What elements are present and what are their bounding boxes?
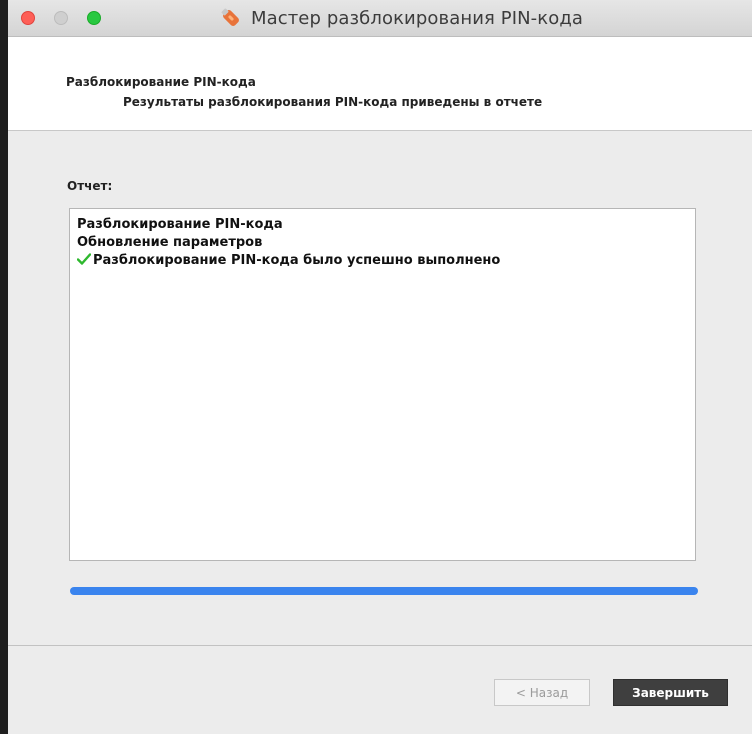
report-label: Отчет: [67, 179, 113, 193]
wizard-header: Разблокирование PIN-кода Результаты разб… [8, 37, 752, 131]
wizard-window: Мастер разблокирования PIN-кода Разблоки… [8, 0, 752, 734]
window-title: Мастер разблокирования PIN-кода [250, 7, 584, 29]
report-line-text: Разблокирование PIN-кода было успешно вы… [93, 253, 501, 268]
back-button[interactable]: < Назад [494, 679, 590, 706]
window-title-group: Мастер разблокирования PIN-кода [8, 0, 752, 36]
report-line-1: Разблокирование PIN-кода [77, 217, 283, 232]
report-textbox[interactable]: Разблокирование PIN-кода Обновление пара… [69, 208, 696, 561]
page-title: Разблокирование PIN-кода [66, 75, 256, 89]
report-line-2: Обновление параметров [77, 235, 262, 250]
title-bar[interactable]: Мастер разблокирования PIN-кода [8, 0, 752, 37]
footer-divider [8, 645, 752, 646]
check-icon [77, 253, 91, 265]
finish-button[interactable]: Завершить [613, 679, 728, 706]
page-subtitle: Результаты разблокирования PIN-кода прив… [123, 95, 543, 109]
usb-token-icon [221, 8, 239, 26]
progress-bar [70, 587, 698, 595]
report-line-text: Обновление параметров [77, 235, 263, 250]
report-line-text: Разблокирование PIN-кода [77, 217, 283, 232]
report-line-3: Разблокирование PIN-кода было успешно вы… [77, 253, 500, 268]
